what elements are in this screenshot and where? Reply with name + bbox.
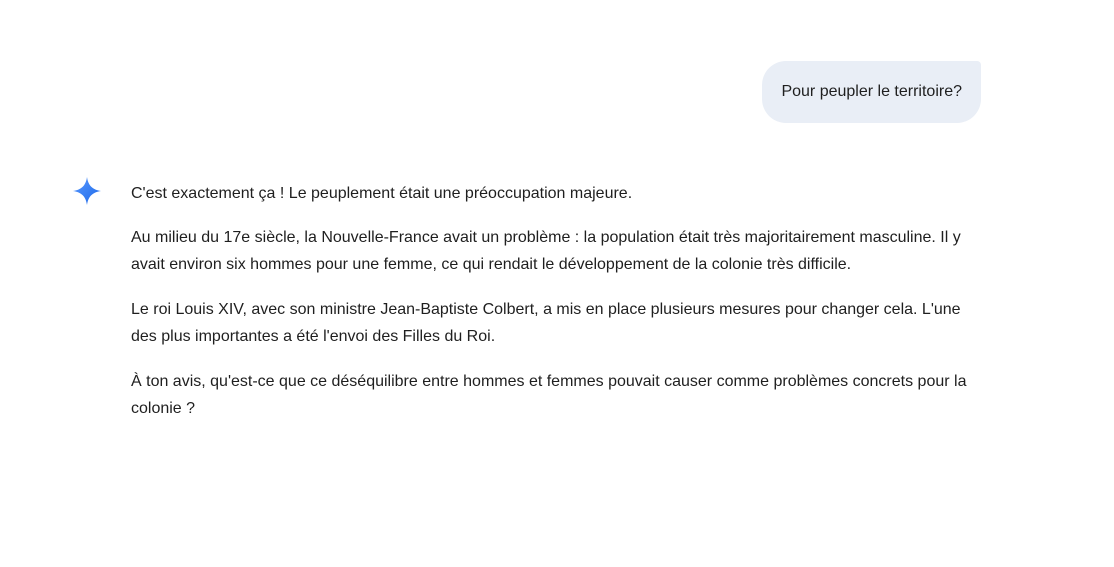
response-paragraph: Le roi Louis XIV, avec son ministre Jean… [131, 301, 961, 345]
user-message-row: Pour peupler le territoire? [762, 61, 981, 123]
response-paragraph: Au milieu du 17e siècle, la Nouvelle-Fra… [131, 229, 961, 273]
sparkle-icon [72, 176, 102, 206]
user-message-text: Pour peupler le territoire? [781, 83, 962, 100]
response-paragraph: À ton avis, qu'est-ce que ce déséquilibr… [131, 373, 967, 417]
user-message-bubble: Pour peupler le territoire? [762, 61, 981, 123]
model-response: C'est exactement ça ! Le peuplement étai… [131, 176, 981, 440]
chat-page: Pour peupler le territoire? C'est exacte… [0, 0, 1114, 567]
response-paragraph: C'est exactement ça ! Le peuplement étai… [131, 185, 633, 202]
